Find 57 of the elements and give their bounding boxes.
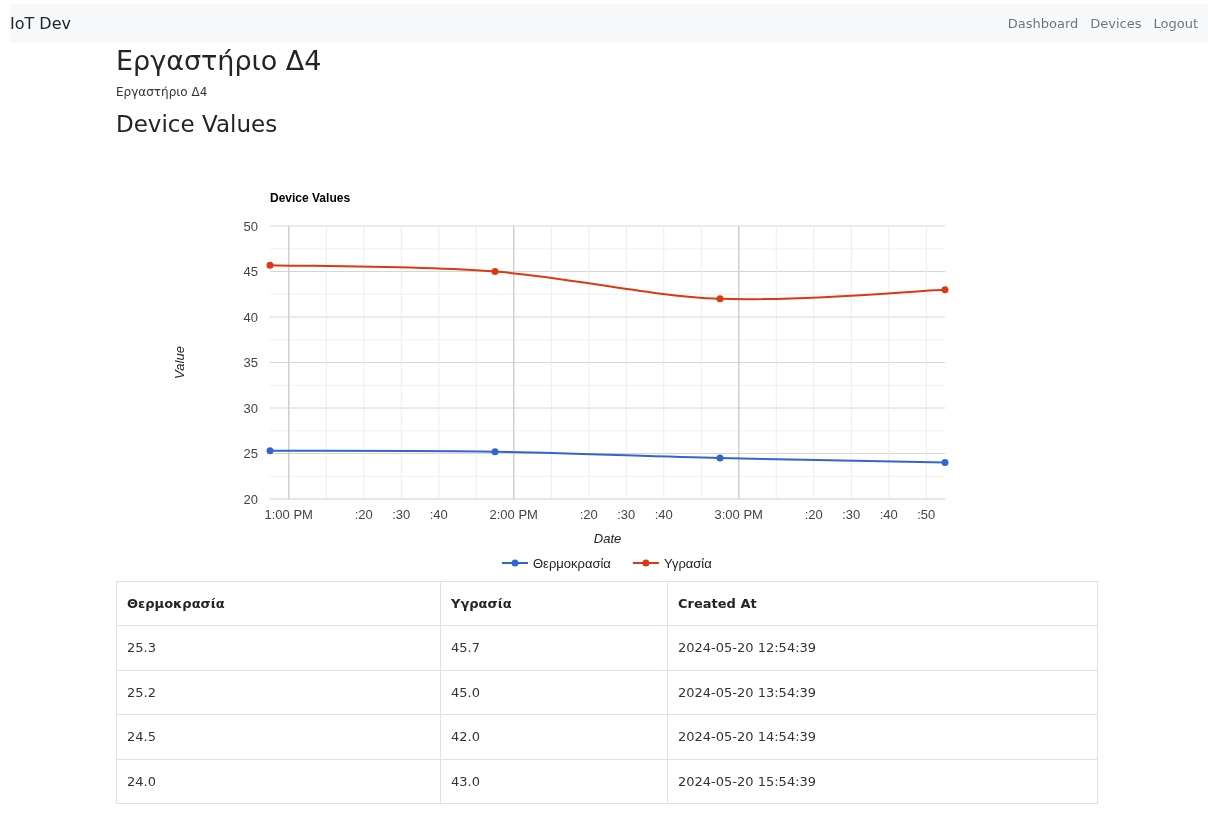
axis-tick-label: :30	[842, 507, 861, 522]
axis-tick-label: :20	[354, 507, 373, 522]
data-point	[716, 454, 724, 462]
nav-link[interactable]: Logout	[1147, 13, 1204, 34]
axis-tick-label: :50	[917, 507, 936, 522]
axis-tick-label: :40	[879, 507, 898, 522]
axis-tick-label: 3:00 PM	[714, 507, 763, 522]
legend-marker-icon	[501, 559, 529, 567]
table-cell: 2024-05-20 12:54:39	[667, 626, 1098, 671]
axis-tick-label: 30	[243, 400, 258, 416]
table-cell: 24.0	[116, 759, 441, 804]
table-cell: 24.5	[116, 715, 441, 760]
axis-tick-label: 2:00 PM	[489, 507, 538, 522]
axis-tick-label: :30	[617, 507, 636, 522]
column-header: Υγρασία	[440, 581, 668, 626]
column-header: Θερμοκρασία	[116, 581, 441, 626]
table-cell: 43.0	[440, 759, 668, 804]
chart-title: Device Values	[270, 191, 351, 205]
page-title: Εργαστήριο Δ4	[116, 45, 323, 78]
axis-tick-label: :40	[429, 507, 448, 522]
table-cell: 2024-05-20 15:54:39	[667, 759, 1098, 804]
table-cell: 42.0	[440, 715, 668, 760]
navbar-brand[interactable]: IoT Dev	[10, 11, 71, 36]
axis-tick-label: 20	[243, 491, 258, 507]
axis-tick-label: :20	[804, 507, 823, 522]
data-point	[491, 268, 499, 275]
axis-tick-label: 40	[243, 309, 258, 325]
table-cell: 2024-05-20 14:54:39	[667, 715, 1098, 760]
data-point	[266, 261, 274, 269]
data-point	[941, 459, 949, 467]
column-header: Created At	[667, 581, 1098, 626]
axis-tick-label: 25	[243, 446, 258, 461]
data-point	[941, 286, 949, 294]
axis-tick-label: :40	[654, 507, 673, 522]
table-cell: 45.0	[440, 670, 668, 715]
legend-label: Υγρασία	[663, 556, 712, 571]
axis-tick-label: 35	[243, 355, 258, 370]
legend-marker-icon	[631, 559, 660, 567]
nav-link[interactable]: Dashboard	[1001, 13, 1085, 34]
axis-title: Date	[593, 531, 622, 546]
axis-title: Value	[172, 346, 187, 379]
axis-tick-label: :20	[579, 507, 598, 522]
data-point	[716, 295, 724, 303]
section-title: Device Values	[116, 111, 279, 139]
page-subtitle: Εργαστήριο Δ4	[116, 84, 209, 102]
table-cell: 45.7	[440, 626, 668, 671]
data-point	[266, 447, 274, 455]
data-point	[491, 448, 499, 456]
axis-tick-label: :30	[392, 507, 411, 522]
table-cell: 25.2	[116, 670, 441, 715]
nav-link[interactable]: Devices	[1084, 13, 1148, 34]
axis-tick-label: 50	[243, 218, 258, 234]
axis-tick-label: 45	[243, 264, 258, 279]
axis-tick-label: 1:00 PM	[264, 507, 313, 522]
table-cell: 2024-05-20 13:54:39	[667, 670, 1098, 715]
table-cell: 25.3	[116, 626, 441, 671]
legend-label: Θερμοκρασία	[533, 556, 611, 571]
